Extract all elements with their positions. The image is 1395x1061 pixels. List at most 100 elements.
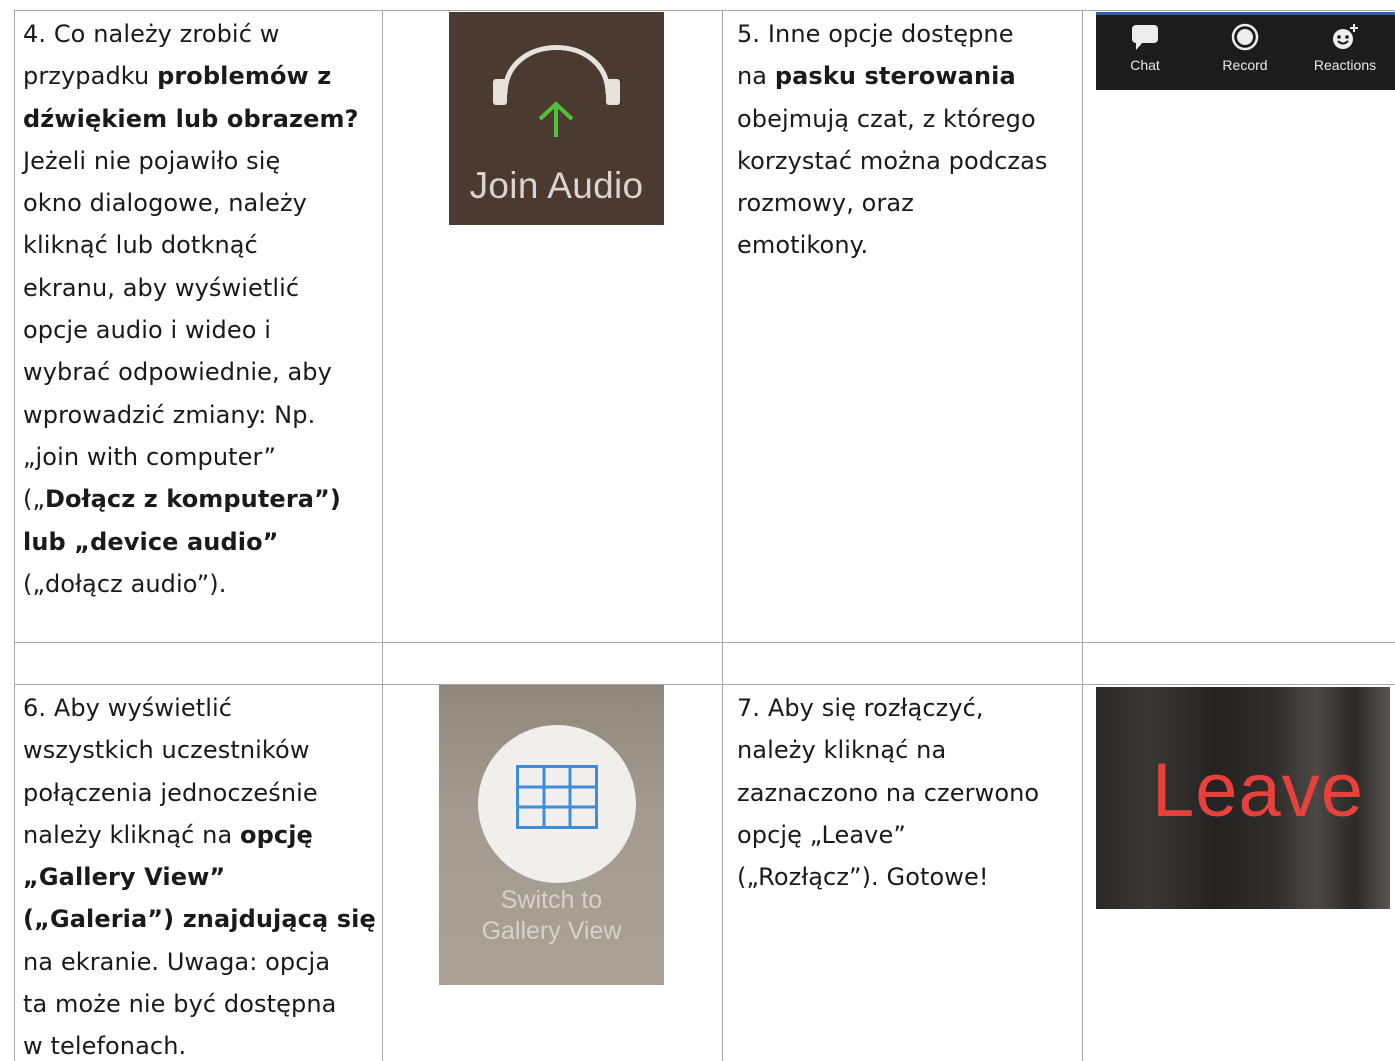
step-5-text: 5. Inne opcje dostępne na pasku sterowani… [737, 13, 1048, 267]
text-line: 4. Co należy zrobić w [23, 13, 359, 55]
text-line: 5. Inne opcje dostępne [737, 13, 1048, 55]
text-run: („Rozłącz”). Gotowe! [737, 863, 989, 892]
headphones-icon [493, 45, 620, 137]
text-line: opcje audio i wideo i [23, 309, 359, 351]
step-6-text: 6. Aby wyświetlić wszystkich uczestników p… [23, 687, 376, 1061]
gallery-view-image: Switch to Gallery View [439, 685, 664, 985]
control-bar-image: Chat Record Reactions [1096, 12, 1395, 90]
text-run: 6. Aby wyświetlić [23, 694, 233, 722]
text-run: korzystać można podczas [737, 146, 1048, 175]
text-line: przypadku problemów z [23, 55, 359, 97]
text-run: emotikony. [737, 231, 869, 260]
text-line: rozmowy, oraz [737, 182, 1048, 224]
bold-text-run: opcję [240, 820, 313, 849]
text-run: 7. Aby się rozłączyć, [737, 694, 984, 722]
join-audio-label: Join Audio [469, 165, 644, 206]
arrow-up-icon [538, 101, 574, 137]
text-run: rozmowy, oraz [737, 189, 914, 218]
text-run: 5. Inne opcje dostępne [737, 20, 1014, 48]
step-4-text: 4. Co należy zrobić w przypadku problemów… [23, 13, 359, 605]
bold-text-run: problemów z [157, 62, 332, 91]
step-7-text: 7. Aby się rozłączyć, należy kliknąć na za… [737, 687, 1039, 898]
text-line: ekranu, aby wyświetlić [23, 267, 359, 309]
text-line: dźwiękiem lub obrazem? [23, 98, 359, 140]
leave-image: Leave [1096, 687, 1390, 909]
gallery-label-line-2: Gallery View [481, 917, 622, 945]
text-line: emotikony. [737, 224, 1048, 266]
text-line: korzystać można podczas [737, 140, 1048, 182]
text-run: kliknąć lub dotknąć [23, 231, 258, 260]
text-run: na ekranie. Uwaga: opcja [23, 947, 331, 976]
emoji-plus-icon [1333, 24, 1358, 49]
text-run: wprowadzić zmiany: Np. [23, 400, 316, 429]
text-run: opcje audio i wideo i [23, 316, 271, 345]
text-run: na [737, 62, 775, 91]
table-border-col3 [1082, 10, 1083, 1061]
text-line: („dołącz audio”). [23, 563, 359, 605]
grid-icon [516, 765, 598, 829]
bold-text-run: lub „device audio” [23, 527, 279, 556]
table-row-divider-1 [14, 642, 1395, 643]
record-control: Record [1205, 23, 1285, 73]
text-line: ta może nie być dostępna [23, 983, 376, 1025]
text-run: należy kliknąć na [23, 820, 241, 849]
text-run: „join with computer” [23, 442, 277, 471]
text-line: kliknąć lub dotknąć [23, 224, 359, 266]
text-line: obejmują czat, z którego [737, 98, 1048, 140]
text-run: 4. Co należy zrobić w [23, 20, 280, 48]
table-border-col2 [722, 10, 723, 1061]
table-border-top [14, 10, 1395, 11]
bold-text-run: pasku sterowania [774, 62, 1016, 91]
record-icon [1231, 23, 1259, 51]
table-border-col1 [382, 10, 383, 1061]
chat-control: Chat [1105, 23, 1185, 73]
text-line: opcję „Leave” [737, 814, 1039, 856]
text-line: 7. Aby się rozłączyć, [737, 687, 1039, 729]
text-run: należy kliknąć na [737, 736, 947, 765]
text-line: należy kliknąć na [737, 729, 1039, 771]
text-line: na pasku sterowania [737, 55, 1048, 97]
bold-text-run: dźwiękiem lub obrazem? [23, 104, 359, 133]
text-run: obejmują czat, z którego [737, 104, 1036, 133]
text-line: lub „device audio” [23, 521, 359, 563]
text-line: („Dołącz z komputera”) [23, 478, 359, 520]
text-line: 6. Aby wyświetlić [23, 687, 376, 729]
table-row-divider-2 [14, 684, 1395, 685]
text-run: wybrać odpowiednie, aby [23, 358, 332, 387]
text-line: „Gallery View” [23, 856, 376, 898]
text-line: wszystkich uczestników [23, 729, 376, 771]
text-line: należy kliknąć na opcję [23, 814, 376, 856]
text-run: („ [23, 485, 45, 514]
bold-text-run: „Gallery View” [23, 863, 226, 892]
text-run: w telefonach. [23, 1032, 187, 1061]
text-line: w telefonach. [23, 1025, 376, 1061]
text-line: wprowadzić zmiany: Np. [23, 394, 359, 436]
join-audio-image: Join Audio [449, 12, 664, 225]
text-run: („dołącz audio”). [23, 569, 227, 598]
text-line: na ekranie. Uwaga: opcja [23, 941, 376, 983]
reactions-control: Reactions [1300, 23, 1390, 73]
text-line: połączenia jednocześnie [23, 772, 376, 814]
text-run: ekranu, aby wyświetlić [23, 273, 300, 302]
table-border-left [14, 10, 15, 1061]
text-run: ta może nie być dostępna [23, 990, 337, 1019]
text-run: okno dialogowe, należy [23, 189, 307, 218]
text-run: Jeżeli nie pojawiło się [23, 146, 281, 175]
text-line: („Rozłącz”). Gotowe! [737, 856, 1039, 898]
text-line: „join with computer” [23, 436, 359, 478]
text-line: Jeżeli nie pojawiło się [23, 140, 359, 182]
text-run: wszystkich uczestników [23, 736, 310, 765]
text-run: zaznaczono na czerwono [737, 778, 1040, 807]
bold-text-run: Dołącz z komputera”) [45, 485, 341, 514]
text-line: okno dialogowe, należy [23, 182, 359, 224]
text-run: połączenia jednocześnie [23, 778, 318, 807]
chat-icon [1132, 25, 1158, 50]
text-line: („Galeria”) znajdującą się [23, 898, 376, 940]
text-line: zaznaczono na czerwono [737, 772, 1039, 814]
bold-text-run: („Galeria”) znajdującą się [23, 905, 376, 934]
gallery-button-circle [478, 725, 636, 883]
text-run: opcję „Leave” [737, 820, 906, 849]
text-run: przypadku [23, 62, 158, 91]
gallery-label-line-1: Switch to [500, 886, 603, 914]
text-line: wybrać odpowiednie, aby [23, 351, 359, 393]
